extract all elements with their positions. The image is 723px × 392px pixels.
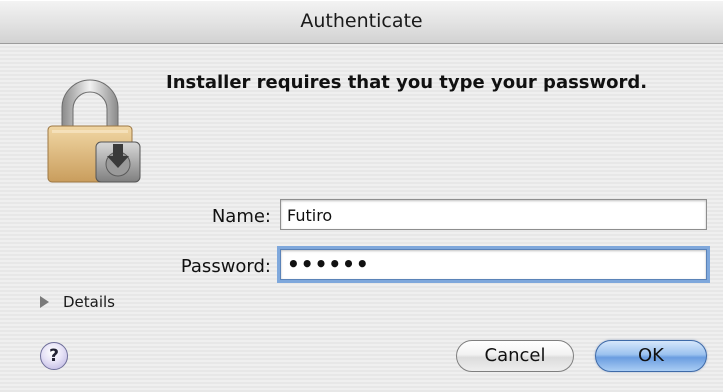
disclosure-triangle-icon[interactable]: [40, 296, 49, 308]
name-label: Name:: [211, 206, 271, 227]
name-field[interactable]: Futiro: [280, 199, 707, 230]
title-bar[interactable]: Authenticate: [0, 0, 723, 44]
window-title: Authenticate: [300, 10, 423, 32]
details-disclosure[interactable]: Details: [40, 292, 115, 312]
authenticate-dialog: Authenticate Installer requires that you…: [0, 0, 723, 392]
password-field[interactable]: ••••••: [277, 246, 710, 283]
cancel-button[interactable]: Cancel: [456, 340, 574, 372]
padlock-installer-icon: [40, 76, 150, 186]
details-label: Details: [63, 293, 116, 311]
ok-button[interactable]: OK: [595, 340, 707, 372]
prompt-message: Installer requires that you type your pa…: [166, 72, 648, 93]
password-label: Password:: [180, 256, 271, 277]
help-button[interactable]: ?: [40, 342, 68, 370]
